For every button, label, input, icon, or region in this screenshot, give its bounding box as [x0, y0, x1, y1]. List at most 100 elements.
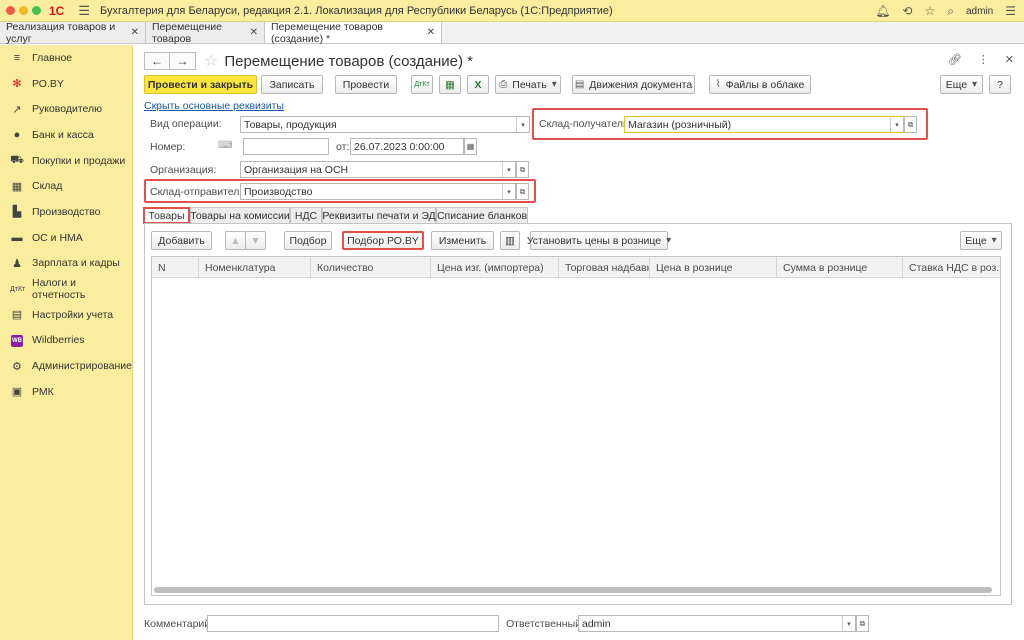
arrow-down-icon: ▼	[250, 234, 261, 247]
column-header[interactable]: Цена в рознице	[650, 257, 777, 278]
sidebar-item-admin[interactable]: ⚙ Администрирование	[0, 353, 132, 379]
minimize-window-dot[interactable]	[19, 6, 28, 15]
history-icon[interactable]: ⟲	[902, 4, 912, 18]
back-arrow-icon[interactable]: ←	[144, 52, 170, 70]
column-header[interactable]: Ставка НДС в роз...	[903, 257, 1000, 278]
more-vertical-icon[interactable]: ⋮	[978, 53, 989, 66]
horizontal-scrollbar[interactable]	[154, 587, 992, 593]
tab-label: Товары	[148, 209, 185, 222]
help-button[interactable]: ?	[989, 75, 1011, 94]
dt-kt-button[interactable]: ДтКт	[411, 75, 433, 94]
chevron-down-icon[interactable]: ▾	[502, 162, 515, 177]
dt-kt-icon: ДтКт	[10, 285, 26, 293]
close-icon[interactable]: ✕	[131, 27, 139, 38]
barcode-button[interactable]: ▥	[500, 231, 520, 250]
sidebar-item-production[interactable]: ▙ Производство	[0, 199, 132, 225]
move-up-button[interactable]: ▲	[225, 231, 246, 250]
close-icon[interactable]: ✕	[250, 27, 258, 38]
comment-input[interactable]	[207, 615, 499, 632]
organization-field[interactable]: Организация на ОСН ▾	[240, 161, 516, 178]
number-field[interactable]	[243, 138, 329, 155]
operation-type-select[interactable]: Товары, продукция ▾	[240, 116, 530, 133]
favorite-star-icon[interactable]: ☆	[204, 51, 218, 71]
close-icon[interactable]: ✕	[1005, 53, 1014, 66]
post-and-close-button[interactable]: Провести и закрыть	[144, 75, 257, 94]
hide-requisites-link[interactable]: Скрыть основные реквизиты	[144, 100, 284, 112]
excel-button[interactable]: X	[467, 75, 489, 94]
window-tab-transfer[interactable]: Перемещение товаров ✕	[146, 20, 265, 45]
current-user[interactable]: admin	[966, 6, 993, 17]
pick-ro-by-button[interactable]: Подбор РО.BY	[342, 231, 424, 250]
move-down-button[interactable]: ▼	[245, 231, 266, 250]
add-button[interactable]: Добавить	[151, 231, 212, 250]
tab-blank-writeoff[interactable]: Списание бланков	[436, 207, 528, 224]
table-more-button[interactable]: Еще ▾	[960, 231, 1002, 250]
open-icon[interactable]: ⧉	[516, 183, 529, 200]
open-icon[interactable]: ⧉	[904, 116, 917, 133]
sidebar-item-settings[interactable]: ▤ Настройки учета	[0, 302, 132, 328]
keyboard-icon[interactable]: ⌨	[218, 140, 232, 151]
print-button[interactable]: ⎙ Печать ▾	[495, 75, 561, 94]
wb-icon: WB	[10, 333, 24, 348]
button-label: Файлы в облаке	[725, 78, 805, 91]
sidebar-item-purchases[interactable]: ⛟ Покупки и продажи	[0, 148, 132, 174]
settings-menu-icon[interactable]: ☰	[1005, 4, 1016, 18]
hamburger-icon[interactable]: ☰	[78, 3, 90, 19]
chevron-down-icon[interactable]: ▾	[890, 117, 903, 132]
link-icon[interactable]: 🔗︎	[948, 53, 962, 66]
sidebar-item-rmk[interactable]: ▣ РМК	[0, 379, 132, 405]
close-window-dot[interactable]	[6, 6, 15, 15]
open-icon[interactable]: ⧉	[856, 615, 869, 632]
tab-print-requisites[interactable]: Реквизиты печати и ЭД	[322, 207, 436, 224]
post-button[interactable]: Провести	[335, 75, 397, 94]
forward-arrow-icon[interactable]: →	[170, 52, 196, 70]
column-header[interactable]: N	[152, 257, 199, 278]
save-button[interactable]: Записать	[261, 75, 323, 94]
sidebar-item-label: РМК	[32, 385, 54, 398]
chevron-down-icon[interactable]: ▾	[516, 117, 529, 132]
pick-button[interactable]: Подбор	[284, 231, 332, 250]
sidebar-item-wildberries[interactable]: WB Wildberries	[0, 328, 132, 354]
bell-icon[interactable]: 🔔︎	[875, 4, 890, 18]
receiver-warehouse-field[interactable]: Магазин (розничный) ▾	[624, 116, 904, 133]
sidebar-item-manager[interactable]: ↗ Руководителю	[0, 96, 132, 122]
search-icon[interactable]: ⌕	[947, 4, 954, 19]
responsible-field[interactable]: admin ▾	[578, 615, 856, 632]
chevron-down-icon[interactable]: ▾	[842, 616, 855, 631]
tab-commission-goods[interactable]: Товары на комиссии	[190, 207, 290, 224]
tab-goods[interactable]: Товары	[143, 207, 190, 224]
sidebar-item-warehouse[interactable]: ▦ Склад	[0, 173, 132, 199]
set-retail-prices-button[interactable]: Установить цены в рознице ▾	[527, 231, 671, 250]
goods-table[interactable]: N Номенклатура Количество Цена изг. (имп…	[151, 256, 1001, 596]
star-icon[interactable]: ☆	[924, 4, 935, 18]
sidebar-item-taxes[interactable]: ДтКт Налоги и отчетность	[0, 276, 132, 302]
sidebar-item-main[interactable]: ≡ Главное	[0, 45, 132, 71]
more-button[interactable]: Еще ▾	[940, 75, 983, 94]
tab-vat[interactable]: НДС	[290, 207, 322, 224]
cloud-files-button[interactable]: ⌇ Файлы в облаке	[709, 75, 811, 94]
document-movements-button[interactable]: ▤ Движения документа	[572, 75, 695, 94]
truck-icon: ▬	[11, 231, 23, 244]
column-header[interactable]: Сумма в рознице	[777, 257, 903, 278]
maximize-window-dot[interactable]	[32, 6, 41, 15]
excel-icon: X	[474, 78, 482, 91]
sidebar-item-bank[interactable]: ● Банк и касса	[0, 122, 132, 148]
column-header[interactable]: Номенклатура	[199, 257, 311, 278]
sidebar-item-salary[interactable]: ♟ Зарплата и кадры	[0, 251, 132, 277]
column-header[interactable]: Торговая надбавка	[559, 257, 650, 278]
report-button[interactable]: ▦	[439, 75, 461, 94]
window-tab-transfer-new[interactable]: Перемещение товаров (создание) * ✕	[265, 21, 442, 45]
window-tab-label: Перемещение товаров	[152, 20, 222, 45]
sender-warehouse-field[interactable]: Производство ▾	[240, 183, 516, 200]
open-icon[interactable]: ⧉	[516, 161, 529, 178]
date-field[interactable]: 26.07.2023 0:00:00	[350, 138, 464, 155]
change-button[interactable]: Изменить	[431, 231, 494, 250]
chevron-down-icon[interactable]: ▾	[502, 184, 515, 199]
calendar-icon[interactable]: ▦	[464, 138, 477, 155]
column-header[interactable]: Количество	[311, 257, 431, 278]
sidebar-item-assets[interactable]: ▬ ОС и НМА	[0, 225, 132, 251]
column-header[interactable]: Цена изг. (импортера)	[431, 257, 559, 278]
window-tab-sales[interactable]: Реализация товаров и услуг ✕	[0, 21, 146, 45]
close-icon[interactable]: ✕	[427, 27, 435, 38]
sidebar-item-ro-by[interactable]: ✻ РО.BY	[0, 71, 132, 97]
